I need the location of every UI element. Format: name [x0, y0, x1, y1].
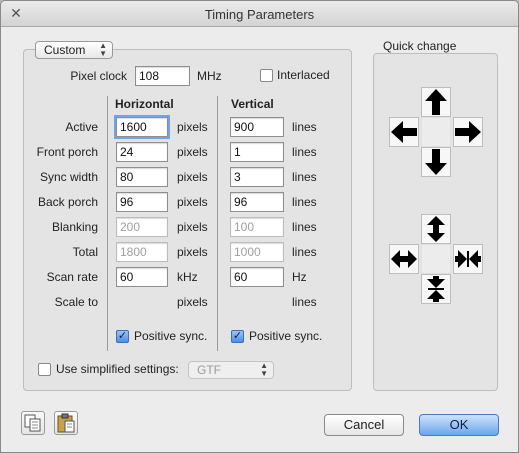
expand-horizontal-button[interactable] — [389, 244, 419, 274]
arrow-up-icon — [425, 89, 447, 115]
front-porch-horizontal-unit: pixels — [177, 145, 208, 159]
title-bar: ✕ Timing Parameters — [1, 1, 518, 27]
row-label-scan-rate: Scan rate — [46, 270, 98, 284]
ok-button[interactable]: OK — [419, 414, 499, 436]
horizontal-header: Horizontal — [115, 97, 174, 111]
back-porch-horizontal-unit: pixels — [177, 195, 208, 209]
pixel-clock-input[interactable] — [135, 66, 190, 86]
active-vertical-input[interactable] — [230, 117, 284, 137]
vertical-header: Vertical — [231, 97, 274, 111]
row-label-front-porch: Front porch — [36, 145, 98, 159]
arrow-pad-center — [421, 117, 451, 147]
row-label-total: Total — [72, 245, 98, 259]
sync-width-vertical-input[interactable] — [230, 167, 284, 187]
expand-vertical-icon — [427, 216, 445, 242]
row-label-scale-to: Scale to — [54, 295, 98, 309]
scale-to-horizontal-unit: pixels — [177, 295, 208, 309]
front-porch-vertical-unit: lines — [292, 145, 317, 159]
scale-to-vertical-unit: lines — [292, 295, 317, 309]
blanking-vertical-input — [230, 217, 284, 237]
total-horizontal-unit: pixels — [177, 245, 208, 259]
scan-rate-horizontal-unit: kHz — [177, 270, 198, 284]
vertical-positive-sync-checkbox[interactable]: ✓ — [231, 330, 244, 343]
popup-arrows-icon: ▲ ▼ — [99, 41, 107, 58]
front-porch-horizontal-input[interactable] — [116, 142, 168, 162]
copy-button[interactable] — [21, 411, 45, 435]
row-label-blanking: Blanking — [51, 220, 98, 234]
expand-horizontal-icon — [391, 250, 417, 268]
expand-vertical-button[interactable] — [421, 214, 451, 244]
pixel-clock-label: Pixel clock — [70, 69, 127, 83]
blanking-horizontal-unit: pixels — [177, 220, 208, 234]
arrow-right-icon — [455, 121, 481, 143]
active-horizontal-input[interactable] — [114, 115, 170, 139]
size-pad-center — [421, 244, 451, 274]
sync-width-horizontal-unit: pixels — [177, 170, 208, 184]
move-right-button[interactable] — [453, 117, 483, 147]
active-horizontal-unit: pixels — [177, 120, 208, 134]
preset-popup-value: Custom — [44, 43, 86, 57]
vertical-divider — [217, 96, 218, 351]
paste-icon — [57, 413, 75, 433]
horizontal-divider — [107, 96, 108, 351]
window-title: Timing Parameters — [204, 7, 315, 22]
sync-width-vertical-unit: lines — [292, 170, 317, 184]
scan-rate-horizontal-input[interactable] — [116, 267, 168, 287]
back-porch-vertical-unit: lines — [292, 195, 317, 209]
cancel-button[interactable]: Cancel — [324, 414, 404, 436]
front-porch-vertical-input[interactable] — [230, 142, 284, 162]
preset-popup[interactable]: Custom ▲ ▼ — [35, 41, 113, 59]
active-vertical-unit: lines — [292, 120, 317, 134]
move-left-button[interactable] — [389, 117, 419, 147]
arrow-left-icon — [391, 121, 417, 143]
total-horizontal-input — [116, 242, 168, 262]
back-porch-horizontal-input[interactable] — [116, 192, 168, 212]
scan-rate-vertical-input[interactable] — [230, 267, 284, 287]
simplified-settings-label: Use simplified settings: — [56, 362, 179, 376]
arrow-down-icon — [425, 149, 447, 175]
copy-icon — [24, 414, 41, 432]
simplified-method-popup: GTF ▲ ▼ — [188, 361, 274, 379]
total-vertical-unit: lines — [292, 245, 317, 259]
blanking-vertical-unit: lines — [292, 220, 317, 234]
vertical-positive-sync-label: Positive sync. — [249, 329, 323, 343]
sync-width-horizontal-input[interactable] — [116, 167, 168, 187]
paste-button[interactable] — [54, 411, 78, 435]
interlaced-label: Interlaced — [277, 68, 330, 82]
horizontal-positive-sync-checkbox[interactable]: ✓ — [116, 330, 129, 343]
shrink-vertical-icon — [427, 276, 445, 302]
quick-change-title: Quick change — [383, 39, 457, 53]
row-label-back-porch: Back porch — [37, 195, 98, 209]
simplified-settings-checkbox[interactable] — [38, 363, 51, 376]
popup-arrows-icon: ▲ ▼ — [260, 361, 268, 378]
move-down-button[interactable] — [421, 147, 451, 177]
interlaced-checkbox[interactable] — [260, 69, 273, 82]
pixel-clock-unit: MHz — [197, 69, 222, 83]
back-porch-vertical-input[interactable] — [230, 192, 284, 212]
shrink-vertical-button[interactable] — [421, 274, 451, 304]
shrink-horizontal-icon — [455, 250, 481, 268]
scan-rate-vertical-unit: Hz — [292, 270, 307, 284]
total-vertical-input — [230, 242, 284, 262]
blanking-horizontal-input — [116, 217, 168, 237]
shrink-horizontal-button[interactable] — [453, 244, 483, 274]
simplified-method-value: GTF — [197, 363, 221, 377]
move-up-button[interactable] — [421, 87, 451, 117]
timing-parameters-window: ✕ Timing Parameters Custom ▲ ▼ Pixel cloc… — [0, 0, 519, 453]
horizontal-positive-sync-label: Positive sync. — [134, 329, 208, 343]
row-label-active: Active — [65, 120, 98, 134]
row-label-sync-width: Sync width — [39, 170, 98, 184]
